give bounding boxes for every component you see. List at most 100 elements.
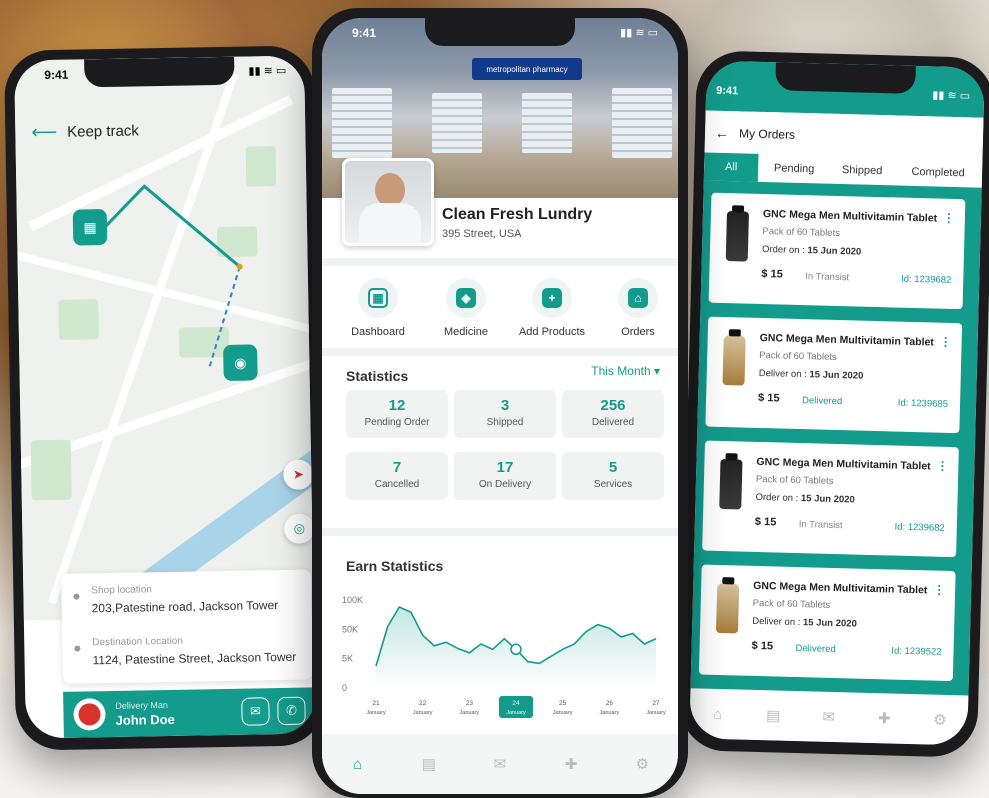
order-price: $ 15 (754, 515, 777, 529)
phone-icon[interactable]: ✆ (277, 696, 306, 726)
status-icons: ▮▮ ≋ ▭ (620, 27, 658, 39)
order-price: $ 15 (757, 391, 780, 405)
notch (775, 62, 916, 94)
delivery-man-bar: Delivery Man John Doe ✉ ✆ (63, 687, 316, 738)
x-tick-day: 24 (512, 700, 520, 707)
notch (84, 56, 235, 88)
home-icon[interactable]: ⌂ (347, 753, 369, 775)
my-orders-screen: 9:41 ▮▮ ≋ ▭ ← My Orders All Pending Ship… (689, 60, 985, 746)
more-options-icon[interactable]: ⋮ (936, 459, 948, 473)
order-card[interactable]: GNC Mega Men Multivitamin Tablet ⋮ Pack … (708, 192, 966, 310)
chevron-down-icon: ▾ (653, 364, 660, 378)
status-time: 9:41 (44, 67, 69, 83)
back-arrow-icon[interactable]: ⟵ (31, 122, 57, 143)
tab-all[interactable]: All (703, 152, 759, 182)
y-tick-label: 0 (342, 683, 347, 693)
x-tick-day: 23 (466, 700, 474, 707)
stat-label: Delivered (591, 417, 635, 428)
pharmacy-banner: metropolitan pharmacy (472, 58, 582, 80)
product-name: GNC Mega Men Multivitamin Tablet (762, 207, 938, 225)
page-title: Keep track (67, 122, 140, 141)
delivery-role: Delivery Man (115, 699, 168, 711)
chat-icon[interactable]: ✉ (818, 706, 841, 729)
x-tick-month: January (413, 710, 433, 716)
phone-right: 9:41 ▮▮ ≋ ▭ ← My Orders All Pending Ship… (678, 50, 989, 758)
stat-value: 7 (392, 459, 402, 476)
clipboard-icon[interactable]: ▤ (418, 753, 440, 775)
menu-label: Add Products (518, 326, 586, 338)
destination-pin-icon[interactable]: ◉ (223, 344, 258, 381)
home-icon[interactable]: ⌂ (706, 703, 729, 726)
shop-name: Clean Fresh Lundry (442, 206, 593, 223)
chat-icon[interactable]: ✉ (241, 697, 270, 726)
tab-shipped[interactable]: Shipped (830, 156, 895, 186)
x-tick-day: 21 (372, 700, 380, 707)
x-tick-day: 22 (419, 700, 427, 707)
order-date: Order on : 15 Jun 2020 (755, 491, 855, 506)
dashboard-screen: metropolitan pharmacy 9:41 ▮▮ ≋ ▭ Clean … (322, 18, 678, 794)
settings-icon[interactable]: ⚙ (631, 753, 653, 775)
order-card[interactable]: GNC Mega Men Multivitamin Tablet ⋮ Pack … (705, 316, 963, 434)
order-date: Deliver on : 15 Jun 2020 (758, 367, 864, 382)
menu-medicine[interactable]: ◈ Medicine (426, 278, 506, 338)
order-price: $ 15 (761, 267, 783, 281)
stat-on-delivery[interactable]: 17 On Delivery (454, 452, 556, 500)
medicine-icon[interactable]: ✚ (873, 707, 896, 730)
back-arrow-icon[interactable]: ← (715, 125, 729, 141)
settings-icon[interactable]: ⚙ (929, 709, 952, 732)
product-pack: Pack of 60 Tablets (762, 225, 841, 240)
stat-value: 3 (500, 397, 510, 414)
tracking-screen: 9:41 ▮▮ ≋ ▭ ⟵ Keep track ▦ ◉ ➤ ◎ Shop lo… (14, 55, 316, 739)
medicine-icon[interactable]: ✚ (560, 753, 582, 775)
bottom-nav: ⌂ ▤ ✉ ✚ ⚙ (322, 734, 678, 794)
x-tick-month: January (506, 710, 526, 716)
more-options-icon[interactable]: ⋮ (939, 335, 951, 349)
x-tick-month: January (366, 710, 386, 716)
order-id: Id: 1239682 (900, 273, 952, 286)
stat-label: On Delivery (478, 479, 532, 490)
dashboard-icon: ▦ (368, 288, 388, 308)
menu-dashboard[interactable]: ▦ Dashboard (338, 278, 418, 338)
cart-icon: ⌂ (628, 288, 648, 308)
product-name: GNC Mega Men Multivitamin Tablet (756, 455, 931, 473)
stat-label: Services (593, 479, 633, 490)
product-name: GNC Mega Men Multivitamin Tablet (759, 331, 935, 349)
divider (322, 348, 678, 356)
product-name: GNC Mega Men Multivitamin Tablet (753, 579, 928, 597)
order-date: Deliver on : 15 Jun 2020 (752, 615, 857, 630)
order-card[interactable]: GNC Mega Men Multivitamin Tablet ⋮ Pack … (698, 564, 956, 682)
product-pack: Pack of 60 Tablets (759, 349, 837, 363)
more-options-icon[interactable]: ⋮ (943, 211, 955, 225)
chat-icon[interactable]: ✉ (489, 753, 511, 775)
product-image (719, 453, 743, 510)
shop-pin-icon[interactable]: ▦ (72, 208, 108, 246)
highlight-point[interactable] (510, 643, 522, 656)
x-tick-day: 25 (559, 700, 567, 707)
avatar (342, 158, 434, 246)
stat-pending[interactable]: 12 Pending Order (346, 390, 448, 438)
add-product-icon: + (542, 288, 562, 308)
stat-delivered[interactable]: 256 Delivered (562, 390, 664, 438)
tab-pending[interactable]: Pending (762, 154, 827, 184)
statistics-title: Statistics (346, 368, 409, 384)
menu-add-products[interactable]: + Add Products (512, 278, 592, 338)
more-options-icon[interactable]: ⋮ (933, 583, 945, 597)
y-tick-label: 50K (342, 624, 358, 634)
order-card[interactable]: GNC Mega Men Multivitamin Tablet ⋮ Pack … (702, 440, 959, 558)
stat-shipped[interactable]: 3 Shipped (454, 390, 556, 438)
medicine-box-icon: ◈ (456, 288, 476, 308)
order-status: In Transist (798, 519, 843, 532)
x-tick-day: 27 (652, 700, 660, 707)
earn-statistics-title: Earn Statistics (346, 558, 444, 574)
tab-completed[interactable]: Completed (898, 158, 979, 188)
stat-services[interactable]: 5 Services (562, 452, 664, 500)
period-dropdown[interactable]: This Month ▾ (591, 364, 660, 378)
menu-label: Orders (621, 326, 655, 338)
y-tick-label: 100K (342, 595, 363, 605)
stat-cancelled[interactable]: 7 Cancelled (346, 452, 448, 500)
phone-left: 9:41 ▮▮ ≋ ▭ ⟵ Keep track ▦ ◉ ➤ ◎ Shop lo… (3, 45, 327, 751)
x-tick-month: January (646, 710, 666, 716)
menu-orders[interactable]: ⌂ Orders (598, 278, 678, 338)
clipboard-icon[interactable]: ▤ (762, 704, 785, 727)
earn-chart[interactable]: 100K 50K 5K 0 21 January 22 January 23 January 24 J… (340, 588, 670, 728)
